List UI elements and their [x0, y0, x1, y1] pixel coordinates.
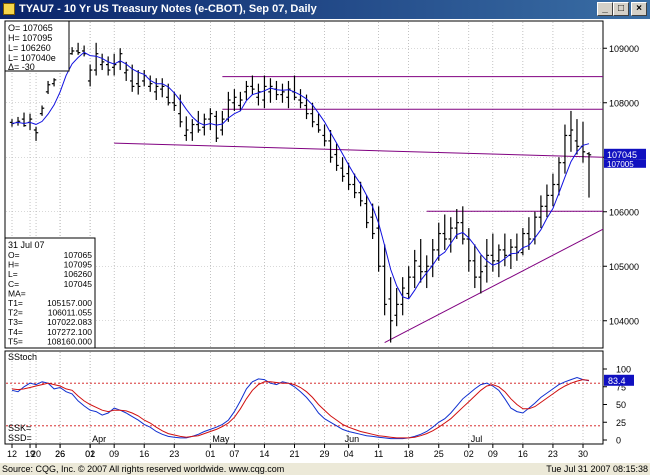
date-tick-label: 25	[434, 449, 444, 459]
date-tick-label: 11	[374, 449, 383, 459]
date-tick-label: 07	[229, 449, 239, 459]
info-value: 107272.100	[47, 327, 92, 337]
date-tick-label: 26	[55, 449, 65, 459]
stoch-legend-ssd: SSD=	[8, 433, 32, 443]
price-tick-label: 104000	[609, 316, 639, 326]
price-tick-label: 106000	[609, 207, 639, 217]
date-tick-label: 21	[289, 449, 299, 459]
info-label: C=	[8, 279, 19, 289]
date-tick-label: 14	[259, 449, 269, 459]
stoch-tick-label: 50	[616, 400, 626, 410]
app-icon	[3, 3, 15, 15]
info-label: T4=	[8, 327, 23, 337]
price-tick-label: 105000	[609, 262, 639, 272]
date-tick-label: 30	[578, 449, 588, 459]
title-bar: TYAU7 - 10 Yr US Treasury Notes (e-CBOT)…	[0, 0, 650, 19]
info-date: 31 Jul 07	[8, 240, 45, 250]
month-label: May	[212, 434, 230, 444]
info-label: L=	[8, 269, 18, 279]
info-label: MA=	[8, 288, 26, 298]
date-tick-label: 16	[518, 449, 528, 459]
price-axis: 109000108000107000106000105000104000	[603, 44, 639, 326]
date-tick-label: 02	[85, 449, 95, 459]
date-tick-label: 12	[7, 449, 17, 459]
date-tick-label: 09	[488, 449, 498, 459]
last-price-tag: 107045 107005	[604, 148, 646, 169]
info-box: 31 Jul 07 O= 107065 H= 107095 L= 106260 C= 1070…	[4, 237, 96, 349]
info-label: T3=	[8, 317, 23, 327]
stoch-value-text: 83.4	[608, 376, 626, 386]
stoch-tick-label: 0	[616, 436, 621, 446]
month-label: Apr	[92, 434, 106, 444]
info-value: 106011.055	[48, 308, 93, 318]
stoch-legend-ssk: SSK=	[8, 423, 31, 433]
quote-line: L= 106260	[8, 43, 51, 53]
date-tick-label: 09	[109, 449, 119, 459]
date-tick-label: 19	[25, 449, 35, 459]
info-value: 107045	[64, 279, 93, 289]
last-price-text-2: 107005	[607, 160, 634, 169]
date-tick-label: 18	[404, 449, 414, 459]
last-price-text: 107045	[607, 150, 637, 160]
minimize-button[interactable]: _	[597, 2, 613, 16]
window-title: TYAU7 - 10 Yr US Treasury Notes (e-CBOT)…	[19, 3, 317, 15]
quote-line: O= 107065	[8, 23, 53, 33]
date-tick-label: 02	[464, 449, 474, 459]
price-tick-label: 109000	[609, 44, 639, 54]
info-value: 107065	[64, 250, 93, 260]
info-value: 106260	[64, 269, 93, 279]
status-source: Source: CQG, Inc. © 2007 All rights rese…	[2, 464, 285, 474]
status-bar: Source: CQG, Inc. © 2007 All rights rese…	[0, 463, 650, 475]
stoch-value-tag: 83.4	[604, 374, 634, 386]
close-button[interactable]: ×	[631, 2, 647, 16]
date-tick-label: 04	[344, 449, 354, 459]
quote-line: H= 107095	[8, 33, 52, 43]
info-value: 107095	[64, 260, 93, 270]
stoch-tick-label: 100	[616, 365, 631, 375]
info-value: 108160.000	[47, 336, 92, 346]
month-label: Jun	[345, 434, 360, 444]
date-tick-label: 01	[205, 449, 215, 459]
date-tick-label: 23	[548, 449, 558, 459]
info-label: T5=	[8, 336, 23, 346]
stoch-tick-label: 25	[616, 418, 626, 428]
date-tick-label: 23	[169, 449, 179, 459]
restore-button[interactable]: □	[613, 2, 629, 16]
price-tick-label: 108000	[609, 98, 639, 108]
info-label: O=	[8, 250, 20, 260]
quote-line: Δ= -30	[8, 62, 35, 72]
date-tick-label: 29	[320, 449, 330, 459]
info-value: 105157.000	[47, 298, 92, 308]
status-timestamp: Tue Jul 31 2007 08:15:38	[546, 464, 648, 474]
info-label: H=	[8, 260, 19, 270]
info-label: T2=	[8, 308, 23, 318]
info-label: T1=	[8, 298, 23, 308]
chart-window: 109000108000107000106000105000104000 100…	[0, 19, 650, 463]
stoch-panel	[4, 350, 604, 445]
info-value: 107022.083	[47, 317, 92, 327]
chart-canvas: 109000108000107000106000105000104000 100…	[4, 20, 646, 459]
quote-box: O= 107065 H= 107095 L= 106260 L= 107040e…	[4, 20, 70, 72]
stoch-title: SStoch	[8, 352, 37, 362]
month-label: Jul	[471, 434, 483, 444]
date-tick-label: 16	[139, 449, 149, 459]
